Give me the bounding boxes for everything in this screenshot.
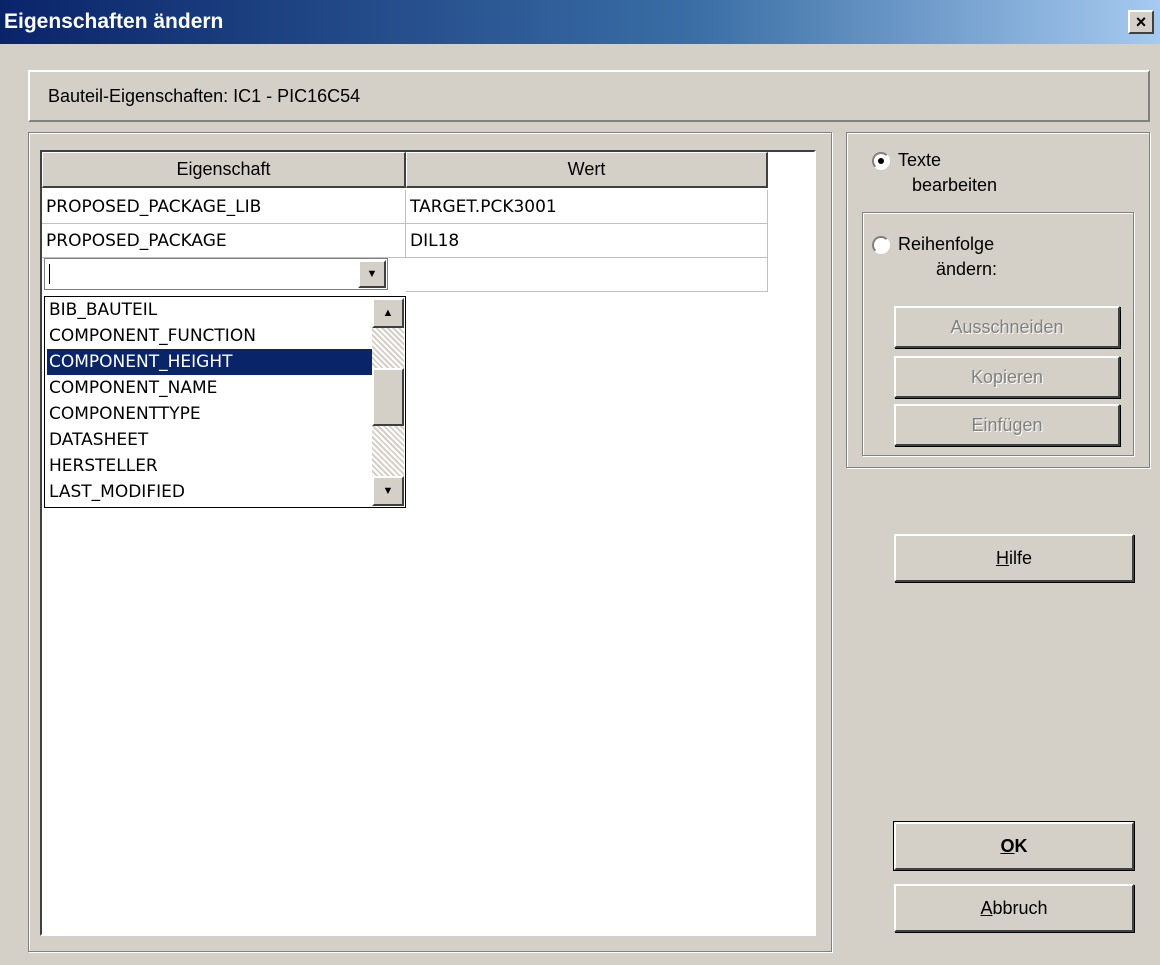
dropdown-item[interactable]: BIB_BAUTEIL: [47, 297, 373, 323]
property-name-combo[interactable]: ▼: [44, 258, 388, 290]
column-header-property[interactable]: Eigenschaft: [42, 152, 406, 188]
window-title: Eigenschaften ändern: [4, 10, 224, 33]
grid-cell-property[interactable]: PROPOSED_PACKAGE_LIB: [42, 190, 406, 224]
property-grid[interactable]: Eigenschaft Wert PROPOSED_PACKAGE_LIB TA…: [40, 150, 816, 936]
copy-button[interactable]: Kopieren: [894, 356, 1120, 398]
dropdown-item[interactable]: HERSTELLER: [47, 453, 373, 479]
radio-unchecked-icon: [872, 236, 890, 254]
grid-cell-value-empty[interactable]: [406, 258, 768, 292]
scroll-thumb[interactable]: [372, 368, 404, 426]
text-caret: [49, 264, 50, 284]
help-button[interactable]: Hilfe: [894, 534, 1134, 582]
grid-cell-value[interactable]: TARGET.PCK3001: [406, 190, 768, 224]
close-icon: ×: [1135, 12, 1147, 32]
title-bar: Eigenschaften ändern ×: [0, 0, 1160, 44]
column-header-value[interactable]: Wert: [406, 152, 768, 188]
scroll-down-button[interactable]: ▼: [372, 476, 404, 506]
scroll-up-button[interactable]: ▲: [372, 298, 404, 328]
cut-button[interactable]: Ausschneiden: [894, 306, 1120, 348]
arrow-up-icon: ▲: [382, 307, 394, 319]
radio-texte-bearbeiten[interactable]: Texte bearbeiten: [872, 150, 997, 196]
grid-cell-property[interactable]: PROPOSED_PACKAGE: [42, 224, 406, 258]
property-dropdown-list[interactable]: BIB_BAUTEIL COMPONENT_FUNCTION COMPONENT…: [44, 296, 406, 508]
radio-checked-icon: [872, 152, 890, 170]
dropdown-item-selected[interactable]: COMPONENT_HEIGHT: [47, 349, 373, 375]
radio-reihenfolge-aendern[interactable]: Reihenfolge ändern:: [872, 234, 997, 280]
component-header-text: Bauteil-Eigenschaften: IC1 - PIC16C54: [48, 85, 361, 106]
close-button[interactable]: ×: [1128, 10, 1154, 34]
grid-cell-value[interactable]: DIL18: [406, 224, 768, 258]
arrow-down-icon: ▼: [382, 485, 394, 497]
cancel-button[interactable]: Abbruch: [894, 884, 1134, 932]
dropdown-item[interactable]: DATASHEET: [47, 427, 373, 453]
dropdown-item[interactable]: COMPONENT_NAME: [47, 375, 373, 401]
dropdown-scrollbar[interactable]: ▲ ▼: [372, 298, 404, 506]
paste-button[interactable]: Einfügen: [894, 404, 1120, 446]
component-header-panel: Bauteil-Eigenschaften: IC1 - PIC16C54: [28, 70, 1150, 122]
combo-dropdown-button[interactable]: ▼: [358, 260, 386, 288]
dropdown-item[interactable]: LAST_MODIFIED: [47, 479, 373, 505]
ok-button[interactable]: OK: [893, 821, 1135, 871]
chevron-down-icon: ▼: [366, 268, 378, 280]
dropdown-item[interactable]: COMPONENTTYPE: [47, 401, 373, 427]
dropdown-item[interactable]: COMPONENT_FUNCTION: [47, 323, 373, 349]
